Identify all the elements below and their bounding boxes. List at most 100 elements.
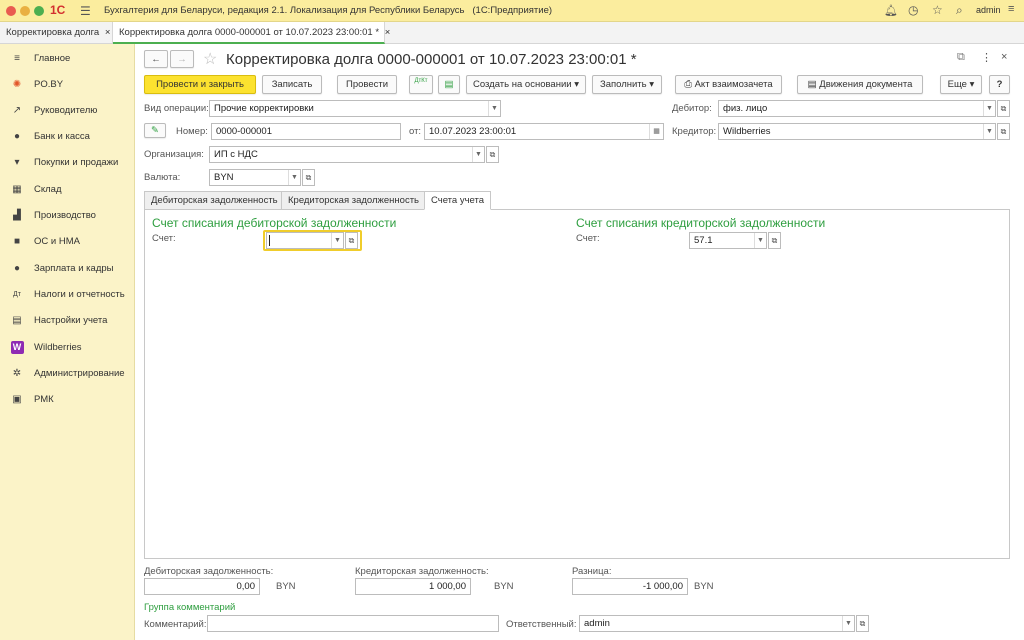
close-tab-icon[interactable]: × [105,27,111,38]
cart-icon: ▾ [14,156,20,168]
credit-total-currency: BYN [494,581,514,592]
dtkt-button[interactable]: ДтКт [409,75,433,94]
forward-button[interactable]: → [170,50,194,68]
close-window-icon[interactable] [6,6,16,16]
star-icon[interactable]: ☆ [932,3,943,17]
open-icon[interactable]: ⧉ [856,615,869,632]
sidebar-item-management[interactable]: ↗ Руководителю [0,99,135,121]
hamburger-icon[interactable]: ☰ [80,4,91,18]
document-movements-button[interactable]: ▤ Движения документа [797,75,923,94]
open-tabs-bar: Корректировка долга × Корректировка долг… [0,22,1024,44]
currency-label: Валюта: [144,172,181,183]
tab-label: Корректировка долга 0000-000001 от 10.07… [119,27,380,38]
chevron-down-icon[interactable]: ▼ [488,101,500,116]
debtor-label: Дебитор: [672,103,712,114]
sidebar-item-main[interactable]: ≡ Главное [0,47,135,69]
sidebar-item-assets[interactable]: ■ ОС и НМА [0,230,135,252]
favorite-star-icon[interactable]: ☆ [203,49,217,69]
link-icon[interactable]: ⧉ [957,51,965,64]
save-button[interactable]: Записать [262,75,322,94]
sidebar-item-wildberries[interactable]: W Wildberries [0,336,135,358]
tab-debt-correction-list[interactable]: Корректировка долга × [0,22,113,44]
report-icon-button[interactable]: ▤ [438,75,460,94]
creditor-label: Кредитор: [672,126,717,137]
title-bar: 1С ☰ Бухгалтерия для Беларуси, редакция … [0,0,1024,22]
sidebar-item-settings[interactable]: ▤ Настройки учета [0,309,135,331]
calendar-icon[interactable]: ▦ [649,124,663,139]
help-button[interactable]: ? [989,75,1010,94]
comment-label: Комментарий: [144,619,207,630]
sidebar-item-admin[interactable]: ✲ Администрирование [0,362,135,384]
search-icon[interactable]: ⌕ [956,3,963,18]
sidebar-item-salary[interactable]: ● Зарплата и кадры [0,257,135,279]
tax-icon: Дт [13,290,21,298]
responsible-select[interactable]: admin ▼ [579,615,855,632]
sidebar-item-bank[interactable]: ● Банк и касса [0,125,135,147]
close-form-icon[interactable]: × [1001,51,1007,63]
sidebar-item-taxes[interactable]: Дт Налоги и отчетность [0,283,135,305]
warehouse-icon: ▦ [12,183,22,195]
settings-icon[interactable]: ≡ [1008,3,1014,15]
register-icon: ▣ [12,393,22,405]
chevron-down-icon[interactable]: ▼ [754,233,766,248]
debit-account-select[interactable]: ▼ [266,232,344,249]
chevron-down-icon[interactable]: ▼ [983,101,995,116]
sidebar-item-poby[interactable]: ✺ PO.BY [0,73,135,95]
chevron-down-icon[interactable]: ▼ [288,170,300,185]
comment-input[interactable] [207,615,499,632]
history-icon[interactable]: ◷ [908,3,918,17]
offset-act-button[interactable]: ⎙ Акт взаимозачета [675,75,782,94]
sidebar-item-rmk[interactable]: ▣ РМК [0,388,135,410]
tab-debit[interactable]: Дебиторская задолженность [144,191,285,210]
close-tab-icon[interactable]: × [385,27,391,38]
create-based-button[interactable]: Создать на основании ▾ [466,75,586,94]
window-title: Бухгалтерия для Беларуси, редакция 2.1. … [104,5,553,16]
chevron-down-icon: ▾ [649,79,655,90]
chevron-down-icon[interactable]: ▼ [842,616,854,631]
chevron-down-icon[interactable]: ▼ [331,233,343,248]
user-name[interactable]: admin [976,5,1001,15]
difference-currency: BYN [694,581,714,592]
fill-button[interactable]: Заполнить ▾ [592,75,662,94]
gear-icon: ✲ [12,367,22,379]
organization-select[interactable]: ИП с НДС ▼ [209,146,485,163]
post-and-close-button[interactable]: Провести и закрыть [144,75,256,94]
credit-account-header: Счет списания кредиторской задолженности [576,216,826,230]
minimize-window-icon[interactable] [20,6,30,16]
open-icon[interactable]: ⧉ [997,123,1010,140]
open-icon[interactable]: ⧉ [302,169,315,186]
currency-select[interactable]: BYN ▼ [209,169,301,186]
factory-icon: ▟ [13,209,21,221]
sidebar-item-warehouse[interactable]: ▦ Склад [0,178,135,200]
sidebar-item-production[interactable]: ▟ Производство [0,204,135,226]
credit-account-select[interactable]: 57.1 ▼ [689,232,767,249]
number-field[interactable]: 0000-000001 [211,123,401,140]
date-field[interactable]: 10.07.2023 23:00:01 ▦ [424,123,664,140]
credit-total-field: 1 000,00 [355,578,471,595]
open-icon[interactable]: ⧉ [345,232,358,249]
book-icon: ▤ [12,314,22,326]
debit-account-label: Счет: [152,233,176,244]
chevron-down-icon[interactable]: ▼ [983,124,995,139]
back-button[interactable]: ← [144,50,168,68]
post-button[interactable]: Провести [337,75,397,94]
creditor-select[interactable]: Wildberries ▼ [718,123,996,140]
tab-credit[interactable]: Кредиторская задолженность [281,191,427,210]
tab-accounts[interactable]: Счета учета [424,191,492,210]
sidebar-item-sales[interactable]: ▾ Покупки и продажи [0,151,135,173]
open-icon[interactable]: ⧉ [768,232,781,249]
debit-account-header: Счет списания дебиторской задолженности [152,216,397,230]
chevron-down-icon[interactable]: ▼ [472,147,484,162]
comments-group-toggle[interactable]: Группа комментарий [144,602,235,613]
open-icon[interactable]: ⧉ [486,146,499,163]
debtor-select[interactable]: физ. лицо ▼ [718,100,996,117]
number-edit-button[interactable]: ✎ [144,123,166,138]
tab-debt-correction-doc[interactable]: Корректировка долга 0000-000001 от 10.07… [113,22,390,44]
open-icon[interactable]: ⧉ [997,100,1010,117]
maximize-window-icon[interactable] [34,6,44,16]
more-vertical-icon[interactable]: ⋮ [981,51,992,64]
number-label: Номер: [176,126,208,137]
more-button[interactable]: Еще ▾ [940,75,982,94]
bell-icon[interactable]: 🔔︎ [884,4,898,17]
operation-type-select[interactable]: Прочие корректировки ▼ [209,100,501,117]
